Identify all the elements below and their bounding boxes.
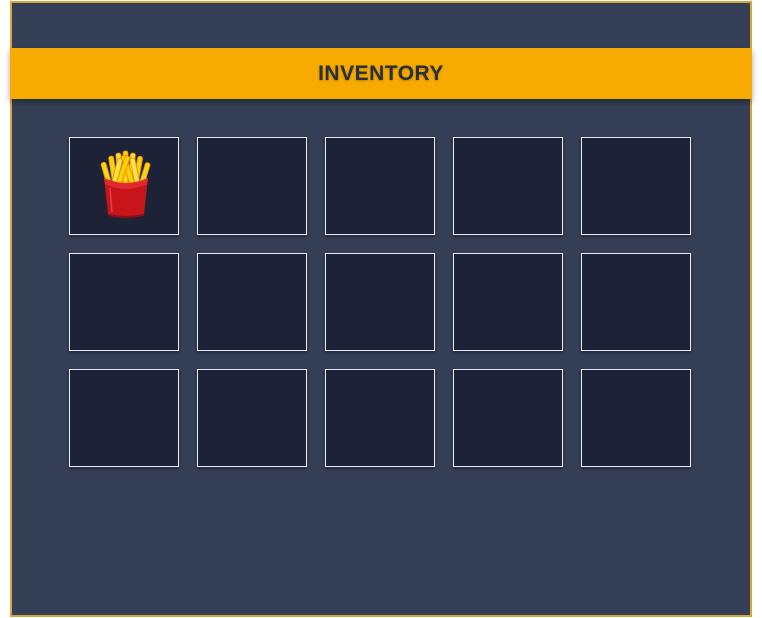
inventory-title: INVENTORY [318,61,444,85]
inventory-slot-7[interactable] [197,253,307,351]
inventory-slot-6[interactable] [69,253,179,351]
inventory-slot-3[interactable] [325,137,435,235]
french-fries-icon [100,150,151,218]
inventory-slot-5[interactable] [581,137,691,235]
inventory-slot-10[interactable] [581,253,691,351]
inventory-slot-11[interactable] [69,369,179,467]
inventory-title-bar: INVENTORY [10,48,752,99]
inventory-slot-14[interactable] [453,369,563,467]
inventory-slot-4[interactable] [453,137,563,235]
inventory-slot-1[interactable] [69,137,179,235]
inventory-slot-12[interactable] [197,369,307,467]
inventory-slot-13[interactable] [325,369,435,467]
inventory-slot-2[interactable] [197,137,307,235]
inventory-slot-8[interactable] [325,253,435,351]
inventory-slot-15[interactable] [581,369,691,467]
inventory-slot-9[interactable] [453,253,563,351]
